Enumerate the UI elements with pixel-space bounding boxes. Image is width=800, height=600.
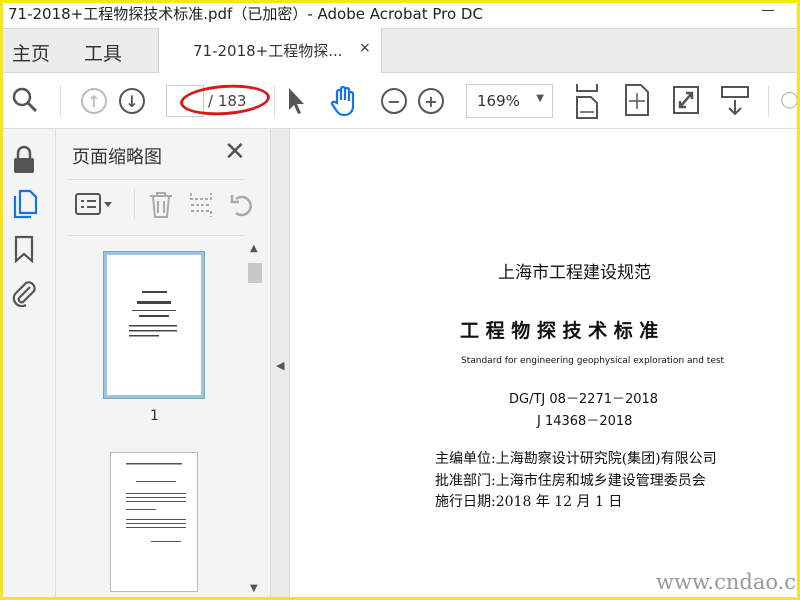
full-screen-icon[interactable] — [672, 85, 700, 115]
site-watermark: www.cndao.com — [656, 570, 800, 594]
hand-tool-icon[interactable] — [330, 85, 360, 117]
search-icon[interactable] — [10, 85, 40, 115]
collapse-arrow-icon: ◀ — [276, 359, 285, 372]
chevron-down-icon: ▼ — [536, 93, 544, 104]
fit-width-icon[interactable] — [574, 83, 600, 119]
doc-approver: 批准部门:上海市住房和城乡建设管理委员会 — [435, 473, 706, 489]
thumbnail-list: 1 — [68, 235, 244, 600]
tab-home[interactable]: 主页 — [12, 39, 50, 66]
title-bar: 71-2018+工程物探技术标准.pdf（已加密）- Adobe Acrobat… — [0, 0, 800, 28]
thumbnails-panel: 页面缩略图 ✕ 1 ▲ ▼ — [56, 129, 270, 600]
doc-code-1: DG/TJ 08－2271－2018 — [509, 392, 659, 407]
thumbnail-1-label: 1 — [150, 408, 159, 424]
rotate-page-icon[interactable] — [228, 191, 256, 219]
next-page-icon[interactable]: ↓ — [119, 88, 145, 114]
tab-tools[interactable]: 工具 — [84, 39, 122, 66]
tab-document[interactable]: 71-2018+工程物探... × — [158, 28, 382, 74]
tab-bar: 主页 工具 71-2018+工程物探... × — [0, 28, 800, 74]
document-page: 上海市工程建设规范 工 程 物 探 技 术 标 准 Standard for e… — [290, 129, 800, 600]
close-tab-icon[interactable]: × — [359, 40, 371, 56]
minimize-button[interactable] — [762, 10, 774, 11]
comment-icon[interactable]: ○ — [780, 87, 799, 112]
doc-title: 工 程 物 探 技 术 标 准 — [460, 320, 659, 342]
doc-series: 上海市工程建设规范 — [498, 263, 651, 283]
page-thumbnail-1[interactable] — [103, 251, 205, 399]
zoom-level-select[interactable]: 169% ▼ — [466, 84, 553, 118]
thumbnail-scrollbar[interactable]: ▲ ▼ — [246, 243, 264, 600]
fit-page-icon[interactable] — [624, 83, 650, 117]
window-title: 71-2018+工程物探技术标准.pdf（已加密）- Adobe Acrobat… — [8, 5, 483, 23]
doc-editor: 主编单位:上海勘察设计研究院(集团)有限公司 — [435, 451, 717, 467]
doc-code-2: J 14368－2018 — [537, 414, 633, 429]
bookmark-icon[interactable] — [13, 235, 35, 263]
page-thumbnail-2[interactable] — [110, 452, 198, 592]
zoom-out-icon[interactable]: − — [381, 88, 407, 114]
previous-page-icon[interactable]: ↑ — [81, 88, 107, 114]
zoom-in-icon[interactable]: + — [418, 88, 444, 114]
document-tab-label: 71-2018+工程物探... — [193, 42, 343, 60]
doc-effective-date: 施行日期:2018 年 12 月 1 日 — [435, 494, 623, 510]
left-rail — [0, 129, 56, 600]
toolbar: ↑ ↓ / 183 − + 169% ▼ ○ — [0, 73, 800, 129]
extract-page-icon[interactable] — [188, 191, 214, 219]
collapse-panel-handle[interactable]: ◀ — [270, 129, 290, 600]
select-pointer-icon[interactable] — [286, 86, 306, 116]
read-mode-icon[interactable] — [720, 85, 750, 117]
delete-page-icon[interactable] — [148, 191, 174, 219]
scrollbar-thumb[interactable] — [248, 263, 262, 283]
thumbnail-options-icon[interactable] — [74, 191, 114, 217]
panel-title: 页面缩略图 — [72, 147, 162, 168]
doc-english-title: Standard for engineering geophysical exp… — [461, 356, 725, 366]
close-panel-icon[interactable]: ✕ — [224, 137, 246, 167]
page-thumbnails-icon[interactable] — [12, 189, 38, 219]
lock-icon[interactable] — [12, 145, 36, 175]
attachment-icon[interactable] — [10, 277, 38, 307]
zoom-level-value: 169% — [477, 92, 520, 110]
